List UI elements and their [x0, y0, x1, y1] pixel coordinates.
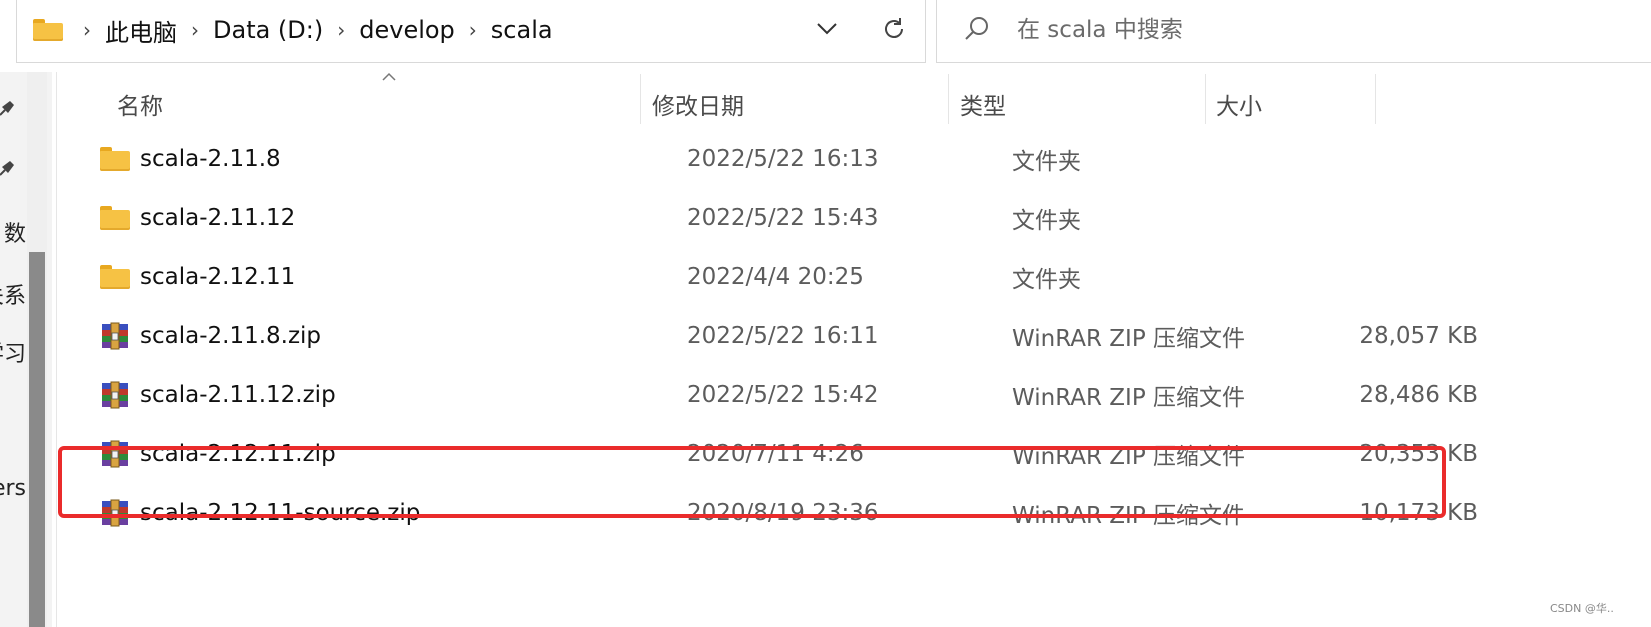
- file-name: scala-2.11.12: [140, 205, 296, 231]
- file-modified-date: 2022/5/22 16:13: [687, 146, 879, 172]
- file-row[interactable]: scala-2.11.8 2022/5/22 16:13 文件夹: [60, 128, 1500, 190]
- file-row[interactable]: scala-2.11.8.zip 2022/5/22 16:11 WinRAR ZI…: [60, 305, 1500, 367]
- column-separator[interactable]: [1375, 74, 1376, 124]
- folder-icon: [33, 19, 63, 41]
- file-size: [1238, 187, 1478, 249]
- file-modified-date: 2022/4/4 20:25: [687, 264, 864, 290]
- breadcrumb-separator[interactable]: ›: [469, 18, 477, 42]
- file-type: 文件夹: [1012, 149, 1081, 175]
- file-size: 28,057 KB: [1359, 323, 1478, 349]
- file-type: WinRAR ZIP 压缩文件: [1012, 385, 1245, 411]
- highlight-annotation: [58, 446, 1446, 518]
- search-box[interactable]: [936, 0, 1651, 63]
- breadcrumb-item-drive[interactable]: Data (D:): [213, 16, 323, 44]
- file-row[interactable]: scala-2.11.12 2022/5/22 15:43 文件夹: [60, 187, 1500, 249]
- file-name-cell[interactable]: scala-2.12.11: [100, 246, 295, 308]
- folder-icon: [100, 204, 130, 232]
- file-type: 文件夹: [1012, 267, 1081, 293]
- file-name: scala-2.12.11: [140, 264, 296, 290]
- file-type: 文件夹: [1012, 208, 1081, 234]
- folder-icon: [100, 145, 130, 173]
- column-header-type[interactable]: 类型: [960, 82, 1006, 126]
- file-modified-date: 2022/5/22 15:43: [687, 205, 879, 231]
- file-size: [1238, 128, 1478, 190]
- column-separator[interactable]: [948, 74, 949, 124]
- sort-ascending-icon: [382, 72, 396, 81]
- column-header-size[interactable]: 大小: [1216, 82, 1262, 126]
- search-icon: [965, 17, 988, 40]
- file-type: WinRAR ZIP 压缩文件: [1012, 326, 1245, 352]
- file-name-cell[interactable]: scala-2.11.12.zip: [100, 364, 336, 426]
- file-name-cell[interactable]: scala-2.11.8: [100, 128, 281, 190]
- breadcrumb-item-this-pc[interactable]: 此电脑: [105, 13, 177, 48]
- pane-divider[interactable]: [56, 72, 57, 627]
- column-separator[interactable]: [640, 74, 641, 124]
- search-input[interactable]: [1017, 12, 1617, 48]
- breadcrumb-item-develop[interactable]: develop: [359, 16, 455, 44]
- nav-item[interactable]: 关系: [0, 278, 26, 310]
- file-name: scala-2.11.12.zip: [140, 382, 336, 408]
- pin-icon[interactable]: [0, 98, 16, 116]
- watermark: CSDN @华..: [1550, 602, 1614, 615]
- file-size: 28,486 KB: [1359, 382, 1478, 408]
- file-name-cell[interactable]: scala-2.11.8.zip: [100, 305, 321, 367]
- file-row[interactable]: scala-2.12.11 2022/4/4 20:25 文件夹: [60, 246, 1500, 308]
- column-header-name[interactable]: 名称: [117, 82, 163, 126]
- chevron-down-icon[interactable]: [812, 14, 842, 44]
- folder-icon: [100, 263, 130, 291]
- column-header-modified[interactable]: 修改日期: [652, 82, 744, 126]
- file-modified-date: 2022/5/22 16:11: [687, 323, 879, 349]
- file-row[interactable]: scala-2.11.12.zip 2022/5/22 15:42 WinRAR Z…: [60, 364, 1500, 426]
- breadcrumb-separator[interactable]: ›: [191, 18, 199, 42]
- nav-scrollbar-thumb[interactable]: [29, 252, 45, 627]
- breadcrumb-separator[interactable]: ›: [337, 18, 345, 42]
- nav-item[interactable]: 学习: [0, 336, 26, 368]
- pin-icon[interactable]: [0, 158, 16, 176]
- file-name: scala-2.11.8.zip: [140, 323, 322, 349]
- file-modified-date: 2022/5/22 15:42: [687, 382, 879, 408]
- breadcrumb: › 此电脑 › Data (D:) › develop › scala: [33, 0, 553, 60]
- file-size: [1238, 246, 1478, 308]
- breadcrumb-item-scala[interactable]: scala: [491, 16, 553, 44]
- column-separator[interactable]: [1205, 74, 1206, 124]
- file-name: scala-2.11.8: [140, 146, 281, 172]
- refresh-icon[interactable]: [877, 12, 911, 46]
- winrar-archive-icon: [100, 321, 130, 351]
- address-bar[interactable]: › 此电脑 › Data (D:) › develop › scala: [16, 0, 926, 63]
- breadcrumb-separator[interactable]: ›: [83, 18, 91, 42]
- nav-item[interactable]: ers: [0, 476, 26, 501]
- file-name-cell[interactable]: scala-2.11.12: [100, 187, 295, 249]
- nav-item[interactable]: 数: [0, 216, 26, 248]
- winrar-archive-icon: [100, 380, 130, 410]
